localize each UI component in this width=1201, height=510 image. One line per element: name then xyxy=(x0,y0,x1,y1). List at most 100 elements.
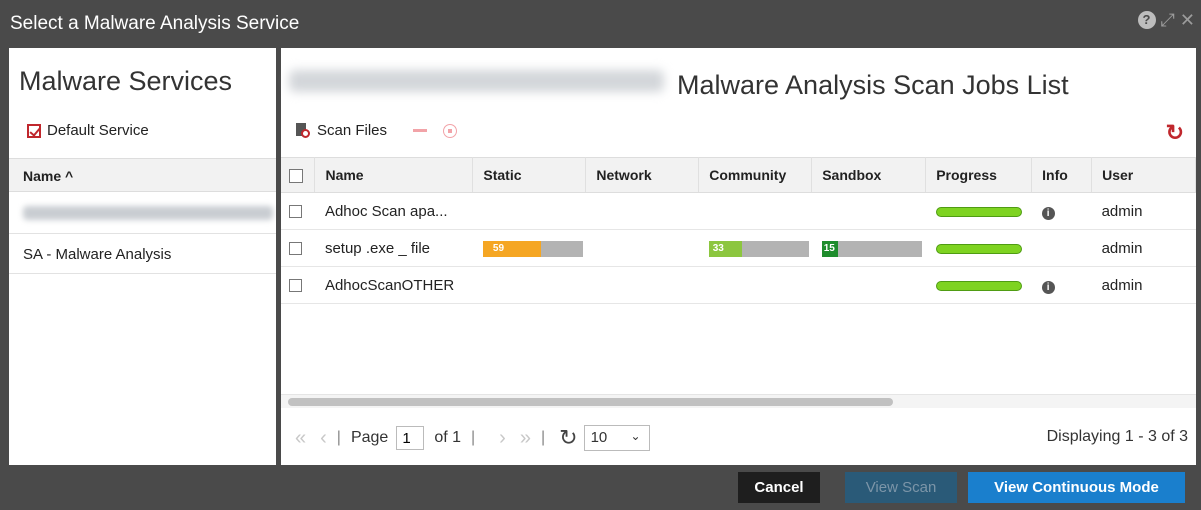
info-icon[interactable]: i xyxy=(1041,280,1055,294)
info-cell: i xyxy=(1031,192,1092,230)
jobs-toolbar: Scan Files xyxy=(295,122,458,139)
job-name: setup .exe _ file xyxy=(314,229,473,267)
sidebar-name-column-header[interactable]: Name ^ xyxy=(9,158,276,192)
frame-left xyxy=(0,48,9,465)
static-score-value: 59 xyxy=(482,240,541,257)
col-progress[interactable]: Progress xyxy=(925,157,1033,193)
last-page-icon[interactable]: » xyxy=(520,427,531,450)
display-count: Displaying 1 - 3 of 3 xyxy=(1046,428,1188,445)
frame-right xyxy=(1196,48,1201,465)
refresh-icon[interactable]: ↻ xyxy=(1166,120,1184,146)
dialog-footer: Cancel View Scan View Continuous Mode xyxy=(0,465,1201,510)
sandbox-cell: 15 xyxy=(811,229,926,267)
sandbox-score-value: 15 xyxy=(821,240,838,257)
job-name: Adhoc Scan apa... xyxy=(314,192,473,230)
select-all-checkbox[interactable] xyxy=(289,169,303,184)
progress-cell xyxy=(925,266,1032,304)
first-page-icon[interactable]: « xyxy=(295,427,306,450)
table-row[interactable]: AdhocScanOTHER i admin xyxy=(281,266,1196,304)
sidebar-heading: Malware Services xyxy=(19,66,233,96)
col-name[interactable]: Name xyxy=(314,157,474,193)
jobs-table: Name Static Network Community Sandbox Pr… xyxy=(281,157,1196,304)
row-select-cell[interactable] xyxy=(281,266,315,304)
progress-bar xyxy=(935,243,1022,254)
services-sidebar: Malware Services Default Service Name ^ … xyxy=(9,48,276,465)
pager-separator: | xyxy=(471,429,476,446)
info-icon[interactable]: i xyxy=(1041,206,1055,220)
pagination-bar: « ‹ | Page of 1 | › » | ↻ 10 ⌄ Displayin… xyxy=(281,418,1196,458)
table-row[interactable]: setup .exe _ file 59 33 15 admin xyxy=(281,229,1196,267)
sandbox-cell xyxy=(811,266,926,304)
prev-page-icon[interactable]: ‹ xyxy=(320,427,327,450)
horizontal-scrollbar[interactable] xyxy=(281,394,1196,408)
jobs-list-heading: Malware Analysis Scan Jobs List xyxy=(677,70,1069,100)
row-checkbox[interactable] xyxy=(289,205,302,219)
network-cell xyxy=(585,229,699,267)
service-row-sa-malware-analysis[interactable]: SA - Malware Analysis xyxy=(9,235,276,274)
progress-bar xyxy=(935,206,1022,217)
service-row-redacted[interactable] xyxy=(9,192,276,234)
network-cell xyxy=(585,192,699,230)
default-service-toggle[interactable]: Default Service xyxy=(27,122,149,139)
next-page-icon[interactable]: › xyxy=(499,427,506,450)
row-checkbox[interactable] xyxy=(289,279,302,293)
community-score-value: 33 xyxy=(708,240,742,257)
select-all-cell[interactable] xyxy=(281,157,316,193)
col-user[interactable]: User xyxy=(1091,157,1196,193)
job-user: admin xyxy=(1091,229,1196,267)
community-score-bar: 33 xyxy=(708,240,809,257)
col-info[interactable]: Info xyxy=(1031,157,1093,193)
job-user: admin xyxy=(1091,192,1196,230)
info-cell: i xyxy=(1031,266,1092,304)
static-cell: 59 xyxy=(472,229,586,267)
progress-bar xyxy=(935,280,1022,291)
page-number-input[interactable] xyxy=(396,426,425,450)
view-continuous-mode-button[interactable]: View Continuous Mode xyxy=(968,472,1185,503)
remove-icon[interactable] xyxy=(413,129,428,132)
close-icon[interactable]: ✕ xyxy=(1180,11,1195,29)
pager-separator: | xyxy=(540,429,546,446)
redacted-service-name xyxy=(23,206,273,220)
network-cell xyxy=(585,266,699,304)
col-community[interactable]: Community xyxy=(698,157,813,193)
info-cell xyxy=(1031,229,1092,267)
job-name: AdhocScanOTHER xyxy=(314,266,473,304)
row-select-cell[interactable] xyxy=(281,192,315,230)
scan-files-button[interactable]: Scan Files xyxy=(317,122,387,139)
community-cell xyxy=(698,266,812,304)
redacted-host-name xyxy=(289,70,664,92)
page-count: of 1 xyxy=(434,429,462,446)
reload-icon[interactable]: ↻ xyxy=(559,425,577,451)
progress-cell xyxy=(925,229,1032,267)
row-select-cell[interactable] xyxy=(281,229,315,267)
sandbox-score-bar: 15 xyxy=(821,240,922,257)
static-score-bar: 59 xyxy=(482,240,583,257)
table-header-row: Name Static Network Community Sandbox Pr… xyxy=(281,157,1196,193)
col-network[interactable]: Network xyxy=(585,157,700,193)
stop-icon[interactable] xyxy=(443,123,458,138)
sandbox-cell xyxy=(811,192,926,230)
checkbox-checked-icon[interactable] xyxy=(27,123,41,138)
dialog-titlebar: Select a Malware Analysis Service ? ⤢ ✕ xyxy=(0,0,1201,48)
chevron-down-icon: ⌄ xyxy=(630,429,641,443)
community-cell xyxy=(698,192,812,230)
progress-cell xyxy=(925,192,1032,230)
default-service-label: Default Service xyxy=(47,122,149,139)
page-size-value: 10 xyxy=(590,429,608,446)
page-label: Page xyxy=(350,429,389,446)
row-checkbox[interactable] xyxy=(289,242,302,256)
expand-icon[interactable]: ⤢ xyxy=(1161,11,1175,29)
scan-jobs-panel: Malware Analysis Scan Jobs List Scan Fil… xyxy=(281,48,1196,465)
col-static[interactable]: Static xyxy=(472,157,587,193)
static-cell xyxy=(472,266,586,304)
table-row[interactable]: Adhoc Scan apa... i admin xyxy=(281,192,1196,230)
view-scan-button[interactable]: View Scan xyxy=(845,472,957,503)
dialog-title: Select a Malware Analysis Service xyxy=(10,13,300,34)
col-sandbox[interactable]: Sandbox xyxy=(811,157,927,193)
scrollbar-thumb[interactable] xyxy=(288,398,893,406)
help-icon[interactable]: ? xyxy=(1137,11,1156,29)
page-size-select[interactable]: 10 ⌄ xyxy=(583,425,650,451)
scan-files-icon[interactable] xyxy=(295,122,311,139)
cancel-button[interactable]: Cancel xyxy=(738,472,820,503)
window-controls: ? ⤢ ✕ xyxy=(1137,11,1195,29)
